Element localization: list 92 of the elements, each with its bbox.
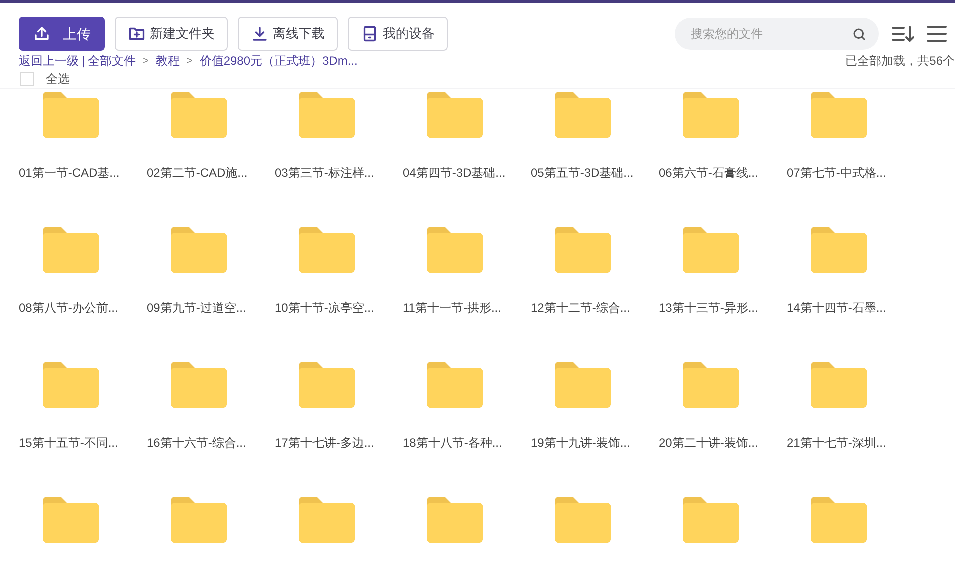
folder-item[interactable]: 16第十六节-综合... bbox=[147, 362, 275, 497]
folder-item[interactable]: 19第十九讲-装饰... bbox=[531, 362, 659, 497]
folder-name: 14第十四节-石墨... bbox=[787, 300, 886, 317]
folder-icon bbox=[683, 497, 739, 543]
breadcrumb-item[interactable]: 教程 bbox=[156, 52, 180, 70]
folder-item[interactable]: 10第十节-凉亭空... bbox=[275, 227, 403, 362]
folder-icon bbox=[683, 227, 739, 273]
breadcrumb-arrow: > bbox=[186, 54, 193, 68]
folder-item[interactable]: 18第十八节-各种... bbox=[403, 362, 531, 497]
breadcrumb-item[interactable]: 全部文件 bbox=[88, 52, 136, 70]
load-status: 已全部加载，共56个 bbox=[846, 53, 955, 70]
breadcrumb-arrow: > bbox=[143, 54, 149, 68]
folder-name: 03第三节-标注样... bbox=[275, 165, 374, 182]
breadcrumb-divider: | bbox=[82, 53, 86, 70]
folder-item[interactable]: 17第十七讲-多边... bbox=[275, 362, 403, 497]
folder-icon bbox=[43, 497, 99, 543]
folder-item[interactable]: 02第二节-CAD施... bbox=[147, 92, 275, 227]
folder-name: 19第十九讲-装饰... bbox=[531, 435, 630, 452]
folder-icon bbox=[555, 92, 611, 138]
select-all-label: 全选 bbox=[46, 71, 70, 88]
toolbar-button[interactable]: 离线下载 bbox=[238, 17, 338, 51]
folder-item[interactable]: 21第十七节-深圳... bbox=[787, 362, 915, 497]
folder-icon bbox=[683, 92, 739, 138]
folder-icon bbox=[299, 362, 355, 408]
folder-icon bbox=[171, 92, 227, 138]
download-icon bbox=[251, 25, 269, 43]
folder-item[interactable]: 03第三节-标注样... bbox=[275, 92, 403, 227]
folder-item[interactable]: 05第五节-3D基础... bbox=[531, 92, 659, 227]
folder-icon bbox=[683, 362, 739, 408]
folder-name: 11第十一节-拱形... bbox=[403, 300, 502, 317]
folder-icon bbox=[811, 92, 867, 138]
folder-item[interactable]: 12第十二节-综合... bbox=[531, 227, 659, 362]
folder-item[interactable]: 11第十一节-拱形... bbox=[403, 227, 531, 362]
folder-name: 15第十五节-不同... bbox=[19, 435, 118, 452]
folder-item[interactable]: 06第六节-石膏线... bbox=[659, 92, 787, 227]
folder-icon bbox=[43, 227, 99, 273]
toolbar-button[interactable]: 我的设备 bbox=[348, 17, 448, 51]
upload-button[interactable]: 上传 bbox=[19, 17, 105, 51]
folder-icon bbox=[299, 92, 355, 138]
folder-icon bbox=[427, 227, 483, 273]
folder-icon bbox=[299, 227, 355, 273]
back-link[interactable]: 返回上一级 bbox=[19, 52, 79, 70]
folder-name: 04第四节-3D基础... bbox=[403, 165, 506, 182]
folder-name: 18第十八节-各种... bbox=[403, 435, 502, 452]
folder-item[interactable]: 08第八节-办公前... bbox=[19, 227, 147, 362]
folder-plus-icon bbox=[128, 25, 146, 43]
folder-item[interactable]: 15第十五节-不同... bbox=[19, 362, 147, 497]
folder-icon bbox=[171, 497, 227, 543]
search-field[interactable]: 搜索您的文件 bbox=[675, 18, 879, 50]
folder-icon bbox=[811, 227, 867, 273]
folder-name: 16第十六节-综合... bbox=[147, 435, 246, 452]
folder-item[interactable]: 01第一节-CAD基... bbox=[19, 92, 147, 227]
folder-icon bbox=[555, 497, 611, 543]
folder-icon bbox=[171, 362, 227, 408]
folder-name: 02第二节-CAD施... bbox=[147, 165, 248, 182]
folder-icon bbox=[811, 362, 867, 408]
device-icon bbox=[361, 25, 379, 43]
folder-icon bbox=[427, 497, 483, 543]
folder-name: 01第一节-CAD基... bbox=[19, 165, 120, 182]
folder-name: 12第十二节-综合... bbox=[531, 300, 630, 317]
folder-name: 07第七节-中式格... bbox=[787, 165, 886, 182]
folder-item[interactable]: 14第十四节-石墨... bbox=[787, 227, 915, 362]
folder-item[interactable]: 20第二十讲-装饰... bbox=[659, 362, 787, 497]
folder-item[interactable]: 04第四节-3D基础... bbox=[403, 92, 531, 227]
folder-item[interactable]: 13第十三节-异形... bbox=[659, 227, 787, 362]
search-icon[interactable] bbox=[852, 26, 867, 42]
folder-name: 05第五节-3D基础... bbox=[531, 165, 634, 182]
folder-name: 06第六节-石膏线... bbox=[659, 165, 758, 182]
folder-icon bbox=[427, 362, 483, 408]
toolbar-button[interactable]: 新建文件夹 bbox=[115, 17, 228, 51]
folder-name: 08第八节-办公前... bbox=[19, 300, 118, 317]
folder-name: 17第十七讲-多边... bbox=[275, 435, 374, 452]
folder-icon bbox=[299, 497, 355, 543]
folder-name: 10第十节-凉亭空... bbox=[275, 300, 374, 317]
folder-item[interactable]: 07第七节-中式格... bbox=[787, 92, 915, 227]
folder-icon bbox=[43, 92, 99, 138]
folder-name: 21第十七节-深圳... bbox=[787, 435, 886, 452]
folder-name: 09第九节-过道空... bbox=[147, 300, 246, 317]
folder-icon bbox=[555, 362, 611, 408]
upload-icon bbox=[33, 25, 51, 43]
folder-name: 13第十三节-异形... bbox=[659, 300, 758, 317]
folder-item[interactable]: 09第九节-过道空... bbox=[147, 227, 275, 362]
breadcrumb-item: 价值2980元（正式班）3Dm... bbox=[200, 53, 358, 70]
folder-icon bbox=[43, 362, 99, 408]
folder-icon bbox=[811, 497, 867, 543]
folder-icon bbox=[171, 227, 227, 273]
menu-icon[interactable] bbox=[927, 25, 947, 43]
select-all-checkbox[interactable] bbox=[20, 72, 34, 86]
folder-icon bbox=[427, 92, 483, 138]
folder-name: 20第二十讲-装饰... bbox=[659, 435, 758, 452]
folder-icon bbox=[555, 227, 611, 273]
sort-icon[interactable] bbox=[891, 24, 915, 44]
